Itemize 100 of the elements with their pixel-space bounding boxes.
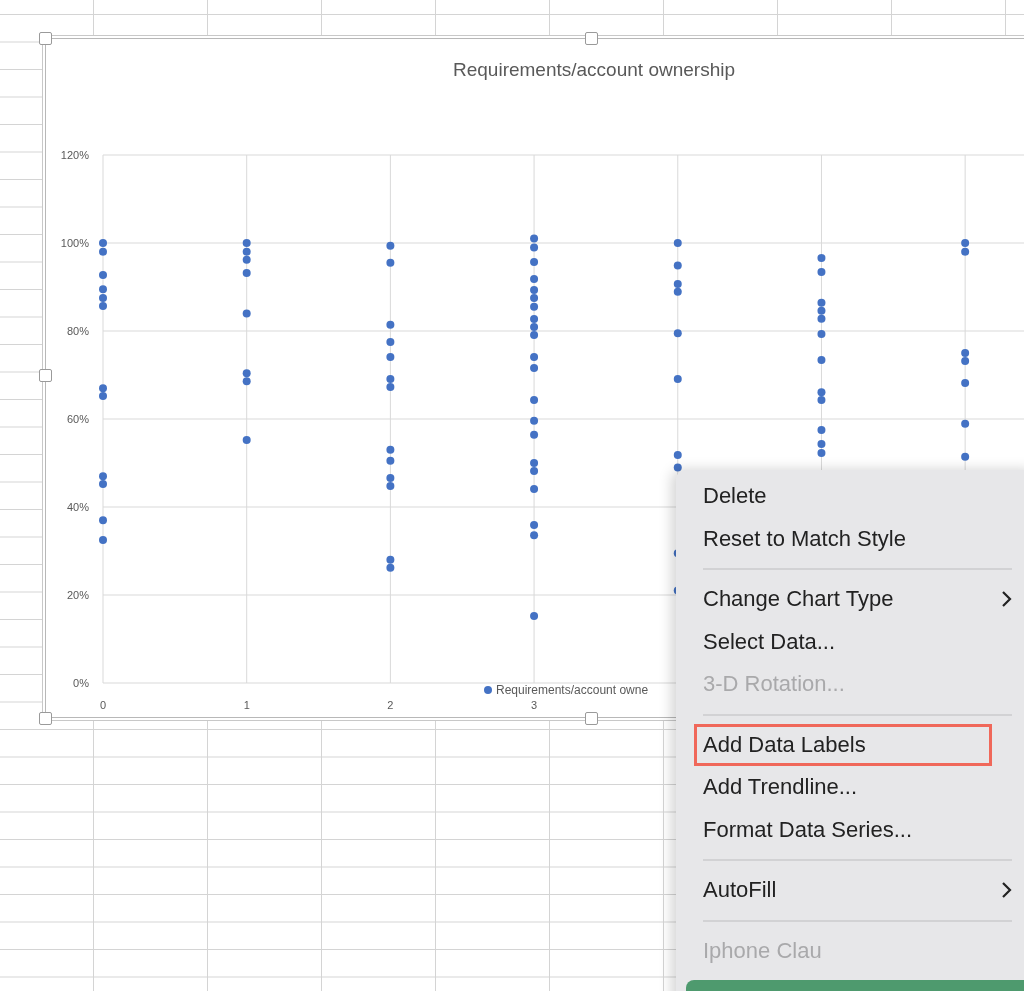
- data-point[interactable]: [242, 247, 251, 256]
- data-point[interactable]: [99, 480, 107, 489]
- data-point[interactable]: [961, 378, 970, 387]
- data-point[interactable]: [817, 448, 826, 457]
- data-point[interactable]: [961, 452, 970, 461]
- data-point[interactable]: [386, 258, 395, 267]
- resize-handle[interactable]: [585, 712, 598, 725]
- data-point[interactable]: [99, 384, 107, 393]
- resize-handle[interactable]: [39, 369, 52, 382]
- data-point[interactable]: [530, 257, 539, 266]
- axis-label: 120%: [60, 149, 89, 161]
- data-point[interactable]: [99, 247, 107, 256]
- data-point[interactable]: [530, 330, 539, 339]
- data-point[interactable]: [530, 275, 539, 284]
- data-point[interactable]: [530, 234, 539, 243]
- data-point[interactable]: [673, 287, 682, 296]
- data-point[interactable]: [99, 294, 107, 302]
- data-point[interactable]: [817, 396, 826, 405]
- data-point[interactable]: [242, 309, 251, 318]
- data-point[interactable]: [530, 466, 539, 475]
- data-point[interactable]: [530, 294, 539, 302]
- data-point[interactable]: [961, 349, 970, 357]
- data-point[interactable]: [530, 323, 539, 332]
- data-point[interactable]: [386, 338, 395, 346]
- data-point[interactable]: [817, 440, 826, 449]
- resize-handle[interactable]: [39, 32, 52, 45]
- menu-item[interactable]: Change Chart Type: [676, 578, 1024, 621]
- data-point[interactable]: [817, 356, 826, 365]
- data-point[interactable]: [673, 463, 682, 472]
- data-point[interactable]: [242, 377, 251, 386]
- data-point[interactable]: [817, 426, 826, 434]
- data-point[interactable]: [961, 356, 970, 365]
- resize-handle[interactable]: [39, 712, 52, 725]
- data-point[interactable]: [673, 451, 682, 460]
- data-point[interactable]: [673, 261, 682, 270]
- data-point[interactable]: [817, 268, 826, 277]
- data-point[interactable]: [817, 330, 826, 339]
- axis-label: 100%: [60, 237, 89, 249]
- data-point[interactable]: [386, 382, 395, 391]
- data-point[interactable]: [817, 388, 826, 397]
- data-point[interactable]: [242, 369, 251, 378]
- data-point[interactable]: [242, 436, 251, 445]
- data-point[interactable]: [817, 298, 826, 307]
- menu-item[interactable]: Reset to Match Style: [676, 517, 1024, 560]
- axis-label: 20%: [66, 589, 89, 601]
- data-point[interactable]: [99, 392, 107, 401]
- data-point[interactable]: [386, 374, 395, 383]
- data-point[interactable]: [673, 279, 682, 288]
- resize-handle[interactable]: [585, 32, 598, 45]
- data-point[interactable]: [386, 445, 395, 454]
- data-point[interactable]: [386, 241, 395, 250]
- data-point[interactable]: [386, 320, 395, 329]
- data-point[interactable]: [386, 481, 395, 490]
- menu-item[interactable]: Select Data...: [676, 620, 1024, 663]
- data-point[interactable]: [961, 247, 970, 256]
- data-point[interactable]: [242, 239, 251, 247]
- data-point[interactable]: [530, 416, 539, 425]
- data-point[interactable]: [530, 396, 539, 405]
- data-point[interactable]: [530, 286, 539, 295]
- data-point[interactable]: [530, 484, 539, 493]
- data-point[interactable]: [386, 473, 395, 482]
- menu-item[interactable]: Delete: [676, 475, 1024, 518]
- axis-label: 1: [243, 699, 250, 711]
- data-point[interactable]: [817, 314, 826, 323]
- data-point[interactable]: [817, 306, 826, 315]
- data-point[interactable]: [530, 612, 539, 621]
- data-point[interactable]: [99, 516, 107, 525]
- data-point[interactable]: [99, 271, 107, 280]
- data-point[interactable]: [530, 430, 539, 439]
- data-point[interactable]: [99, 285, 107, 294]
- menu-item[interactable]: AutoFill: [676, 869, 1024, 912]
- data-point[interactable]: [530, 531, 539, 540]
- data-point[interactable]: [530, 302, 539, 311]
- data-point[interactable]: [673, 329, 682, 338]
- data-point[interactable]: [673, 374, 682, 383]
- menu-item[interactable]: Add Data Labels: [694, 723, 992, 766]
- data-point[interactable]: [99, 301, 107, 310]
- data-point[interactable]: [817, 253, 826, 262]
- data-point[interactable]: [242, 268, 251, 277]
- menu-item[interactable]: Add Trendline...: [676, 766, 1024, 809]
- data-point[interactable]: [961, 419, 970, 428]
- data-point[interactable]: [530, 363, 539, 372]
- data-point[interactable]: [673, 239, 682, 247]
- axis-label: 2: [387, 699, 394, 711]
- data-point[interactable]: [99, 239, 107, 247]
- data-point[interactable]: [386, 456, 395, 465]
- data-point[interactable]: [530, 352, 539, 361]
- menu-item[interactable]: Format Data Series...: [676, 808, 1024, 851]
- data-point[interactable]: [530, 459, 539, 467]
- data-point[interactable]: [386, 555, 395, 564]
- data-point[interactable]: [961, 239, 970, 247]
- data-point[interactable]: [530, 521, 539, 530]
- data-point[interactable]: [99, 472, 107, 481]
- data-point[interactable]: [386, 352, 395, 361]
- data-point[interactable]: [530, 315, 539, 324]
- axis-label: 0: [99, 699, 107, 711]
- data-point[interactable]: [99, 536, 107, 544]
- data-point[interactable]: [530, 243, 539, 252]
- data-point[interactable]: [386, 563, 395, 572]
- data-point[interactable]: [242, 255, 251, 264]
